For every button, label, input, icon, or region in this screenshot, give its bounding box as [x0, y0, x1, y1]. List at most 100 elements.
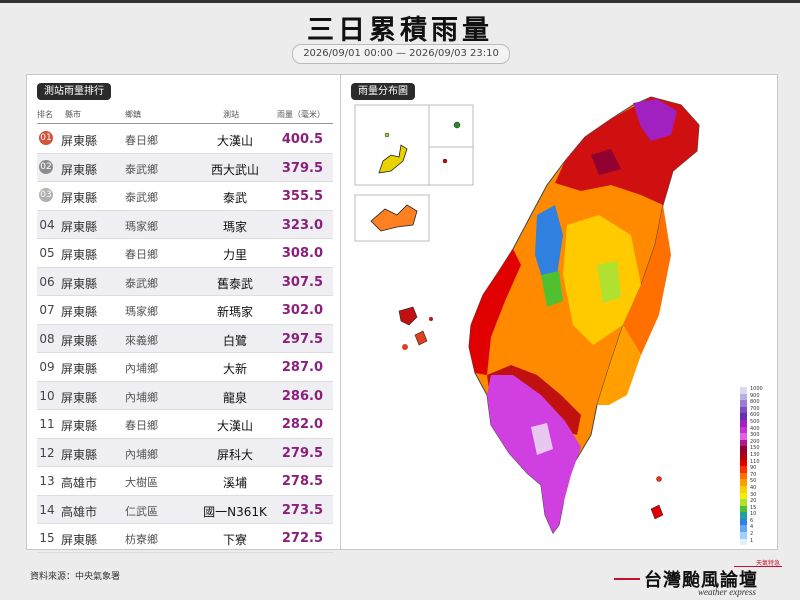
- county-cell: 屏東縣: [61, 219, 98, 234]
- town-cell: 泰武鄉: [125, 162, 158, 176]
- rain-cell: 379.5: [281, 160, 323, 176]
- inset-island-2: [384, 132, 390, 138]
- north-heavy-rain-zone: [555, 97, 699, 205]
- orchid-island: [650, 504, 664, 520]
- town-cell: 泰武鄉: [125, 276, 158, 290]
- rain-cell: 308.0: [281, 246, 323, 261]
- legend-swatch: [740, 413, 747, 420]
- page-title: 三日累積雨量: [307, 15, 493, 46]
- table-row: 15 屏東縣 枋寮鄉 下寮 272.5: [37, 524, 333, 553]
- town-cell: 內埔鄉: [125, 447, 158, 461]
- rank-cell: 07: [39, 303, 55, 317]
- legend-swatch: [740, 512, 747, 519]
- station-cell: 新瑪家: [216, 305, 253, 319]
- inset-island-1: [378, 144, 408, 174]
- county-cell: 高雄市: [61, 476, 98, 490]
- county-cell: 屏東縣: [61, 276, 98, 291]
- logo-line-left: [614, 578, 640, 580]
- station-cell: 西大武山: [210, 162, 259, 177]
- rank-cell: 12: [39, 445, 55, 460]
- penghu-island-4: [429, 317, 433, 321]
- inset-island-5: [370, 204, 418, 232]
- town-cell: 春日鄉: [125, 248, 158, 261]
- legend-swatch: [740, 426, 747, 434]
- rank-cell: 06: [39, 274, 55, 289]
- county-cell: 屏東縣: [61, 191, 98, 205]
- logo-subtitle: weather express: [698, 587, 756, 597]
- county-cell: 屏東縣: [61, 533, 98, 547]
- logo-line-right: [734, 566, 782, 567]
- legend-swatch: [740, 518, 747, 526]
- inset-matsu-box: [428, 104, 474, 148]
- rain-cell: 273.5: [281, 502, 323, 518]
- rain-cell: 355.5: [281, 189, 323, 204]
- legend-swatch: [740, 452, 747, 460]
- inset-kinmen-box: [354, 104, 430, 186]
- station-cell: 瑪家: [222, 219, 247, 234]
- county-cell: 屏東縣: [61, 333, 98, 348]
- rank-cell: 04: [39, 217, 55, 232]
- town-cell: 春日鄉: [125, 134, 158, 147]
- legend-swatch: [740, 472, 747, 480]
- table-row: 04 屏東縣 瑪家鄉 瑪家 323.0: [37, 210, 333, 239]
- table-row: 10 屏東縣 內埔鄉 龍泉 286.0: [37, 381, 333, 410]
- station-cell: 屏科大: [216, 447, 253, 462]
- legend-swatch: [740, 406, 747, 414]
- legend-swatch: [740, 505, 747, 513]
- station-cell: 舊泰武: [216, 276, 253, 291]
- county-cell: 屏東縣: [61, 447, 98, 462]
- county-cell: 高雄市: [61, 504, 98, 519]
- inset-pengjia-box: [428, 146, 474, 186]
- legend-swatch: [740, 446, 747, 453]
- station-cell: 龍泉: [222, 390, 247, 405]
- town-cell: 瑪家鄉: [125, 305, 158, 318]
- legend-swatch: [740, 387, 747, 394]
- penghu-island-1: [398, 306, 418, 326]
- legend-swatch: [740, 538, 747, 546]
- date-range-badge: 2026/09/01 00:00 — 2026/09/03 23:10: [292, 44, 510, 64]
- table-row: 02 屏東縣 泰武鄉 西大武山 379.5: [37, 153, 333, 182]
- legend-swatch: [740, 499, 747, 506]
- rank-cell: 01: [39, 131, 53, 145]
- table-row: 07 屏東縣 瑪家鄉 新瑪家 302.0: [37, 296, 333, 325]
- legend-swatch: [740, 466, 747, 473]
- inset-island-3: [453, 121, 461, 129]
- table-row: 11 屏東縣 春日鄉 大漢山 282.0: [37, 410, 333, 439]
- header-rain: 雨量（毫米）: [277, 110, 325, 119]
- rank-cell: 08: [39, 331, 55, 346]
- town-cell: 來義鄉: [125, 333, 158, 347]
- rank-cell: 03: [39, 188, 53, 202]
- table-row: 01 屏東縣 春日鄉 大漢山 400.5: [37, 125, 333, 154]
- legend-swatch: [740, 439, 747, 447]
- county-cell: 屏東縣: [61, 134, 98, 148]
- rainfall-map-panel: 雨量分布圖 1000 900 800 700 600 500 400 300 2…: [341, 75, 777, 549]
- inset-island-4: [442, 158, 448, 164]
- county-cell: 屏東縣: [61, 419, 98, 433]
- town-cell: 大樹區: [125, 476, 158, 489]
- legend-swatch: [740, 433, 747, 440]
- data-source-note: 資料來源：中央氣象署: [30, 572, 121, 582]
- green-island: [656, 476, 662, 482]
- legend-swatch: [740, 492, 747, 500]
- table-row: 05 屏東縣 春日鄉 力里 308.0: [37, 239, 333, 268]
- rain-cell: 400.5: [281, 132, 323, 147]
- rain-cell: 278.5: [281, 474, 323, 489]
- legend-swatch: [740, 419, 747, 427]
- rank-cell: 09: [39, 360, 55, 374]
- main-panel: 測站雨量排行 排名 縣市 鄉鎮 測站 雨量（毫米） 01 屏東縣 春日鄉 大漢山 400…: [26, 74, 778, 553]
- station-cell: 大漢山: [216, 419, 253, 433]
- station-cell: 國一N361K: [203, 504, 267, 519]
- town-cell: 春日鄉: [125, 419, 158, 432]
- legend-swatch: [740, 525, 747, 533]
- rank-cell: 02: [39, 159, 53, 174]
- station-cell: 溪埔: [222, 476, 247, 490]
- header-county: 縣市: [65, 110, 81, 119]
- town-cell: 仁武區: [125, 504, 158, 518]
- ranking-table: 01 屏東縣 春日鄉 大漢山 400.5 02 屏東縣 泰武鄉 西大武山 379.5 03 屏東縣 泰武…: [37, 125, 333, 553]
- ranking-table-header: 排名 縣市 鄉鎮 測站 雨量（毫米）: [37, 105, 333, 124]
- header-town: 鄉鎮: [125, 110, 141, 119]
- station-cell: 大新: [222, 362, 247, 376]
- rank-cell: 05: [39, 246, 55, 260]
- legend-item: 1: [738, 538, 768, 546]
- table-row: 13 高雄市 大樹區 溪埔 278.5: [37, 467, 333, 496]
